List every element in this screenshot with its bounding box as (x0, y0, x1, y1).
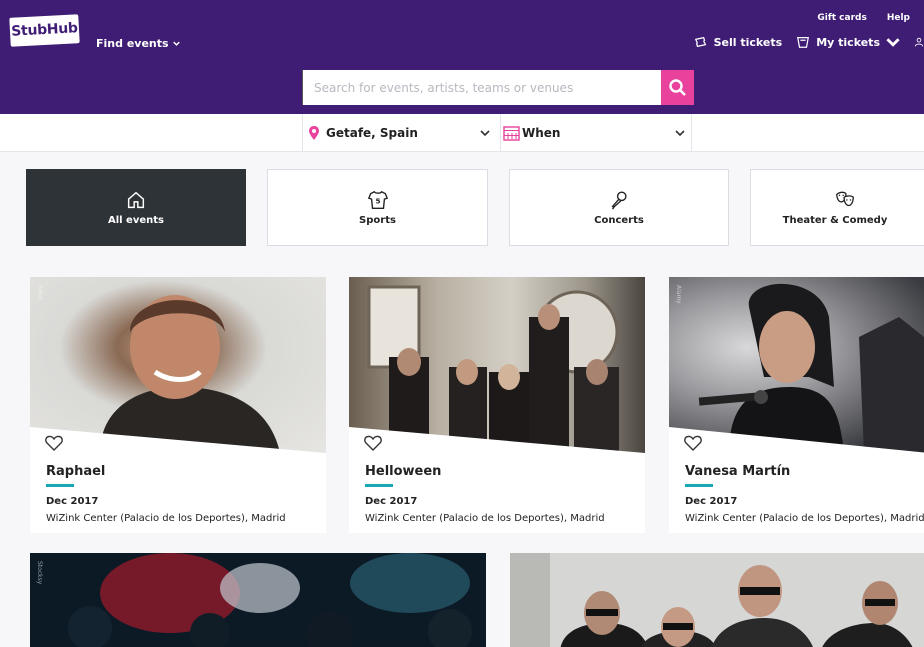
photo-credit: Stocksy (36, 561, 43, 585)
card-slant (30, 427, 326, 467)
search-input[interactable] (302, 70, 661, 105)
sell-tickets-label: Sell tickets (713, 35, 783, 49)
heart-icon[interactable] (45, 435, 63, 451)
category-tile-sports[interactable]: 5 Sports (267, 169, 488, 246)
home-icon (127, 191, 145, 209)
event-date: Dec 2017 (46, 496, 99, 507)
category-tile-all-events[interactable]: All events (26, 169, 246, 246)
event-venue: WiZink Center (Palacio de los Deportes),… (685, 513, 924, 524)
account-button[interactable] (914, 35, 924, 49)
photo-credit: Alamy (675, 285, 682, 304)
date-selector[interactable]: When (500, 114, 692, 152)
gift-cards-link[interactable]: Gift cards (817, 13, 866, 23)
search-icon (668, 78, 686, 96)
chevron-down-icon (675, 130, 685, 137)
chevron-down-icon (172, 41, 180, 46)
event-name[interactable]: Vanesa Martín (685, 464, 790, 479)
event-card-helloween[interactable]: Helloween Dec 2017 WiZink Center (Palaci… (349, 277, 645, 533)
jersey-icon: 5 (367, 190, 388, 209)
find-events-menu[interactable]: Find events (96, 37, 180, 50)
category-label: All events (107, 215, 164, 226)
event-card-raphael[interactable]: Fotol Raphael Dec 2017 WiZink Center (Pa… (30, 277, 326, 533)
ticket-icon (694, 36, 706, 48)
find-events-label: Find events (96, 37, 169, 50)
chevron-down-icon (886, 38, 900, 47)
event-date: Dec 2017 (685, 496, 738, 507)
location-selector[interactable]: Getafe, Spain (302, 114, 496, 152)
photo-credit: Fotol (36, 285, 43, 300)
event-card-vanesa-martin[interactable]: Alamy Vanesa Martín Dec 2017 WiZink Cent… (669, 277, 924, 533)
event-date: Dec 2017 (365, 496, 418, 507)
card-slant (349, 427, 645, 467)
accent-bar (365, 484, 393, 487)
category-label: Theater & Comedy (782, 215, 888, 226)
calendar-icon (503, 126, 520, 141)
event-name[interactable]: Helloween (365, 464, 441, 479)
filter-bar: Getafe, Spain When (0, 114, 924, 152)
card-slant (669, 427, 924, 467)
my-tickets-icon (797, 37, 810, 48)
category-label: Sports (359, 215, 396, 226)
location-pin-icon (309, 126, 319, 140)
category-tile-concerts[interactable]: Concerts (509, 169, 729, 246)
event-name[interactable]: Raphael (46, 464, 105, 479)
heart-icon[interactable] (684, 435, 702, 451)
accent-bar (685, 484, 713, 487)
utility-links: Gift cards Help (817, 13, 910, 23)
help-link[interactable]: Help (887, 13, 910, 23)
category-tile-theater-comedy[interactable]: Theater & Comedy (750, 169, 924, 246)
theater-masks-icon (836, 191, 854, 207)
accent-bar (46, 484, 74, 487)
event-venue: WiZink Center (Palacio de los Deportes),… (46, 513, 286, 524)
event-card-featured-band[interactable] (510, 553, 924, 647)
when-label: When (522, 126, 561, 140)
chevron-down-icon (480, 130, 490, 137)
sell-tickets-link[interactable]: Sell tickets (694, 35, 783, 49)
svg-text:5: 5 (375, 197, 380, 206)
site-header: StubHub Find events Gift cards Help Sell… (0, 0, 924, 114)
microphone-icon (611, 191, 627, 210)
account-nav: Sell tickets My tickets (694, 35, 924, 49)
location-label: Getafe, Spain (326, 126, 418, 140)
my-tickets-label: My tickets (816, 35, 880, 49)
stubhub-logo[interactable]: StubHub (9, 14, 80, 47)
event-venue: WiZink Center (Palacio de los Deportes),… (365, 513, 605, 524)
event-card-featured-crowd[interactable]: Stocksy (30, 553, 486, 647)
user-icon (914, 37, 924, 47)
event-image (30, 553, 486, 647)
event-image (510, 553, 924, 647)
search-button[interactable] (661, 70, 694, 105)
category-label: Concerts (594, 215, 644, 226)
heart-icon[interactable] (364, 435, 382, 451)
my-tickets-menu[interactable]: My tickets (796, 35, 900, 49)
search-bar (302, 70, 694, 105)
